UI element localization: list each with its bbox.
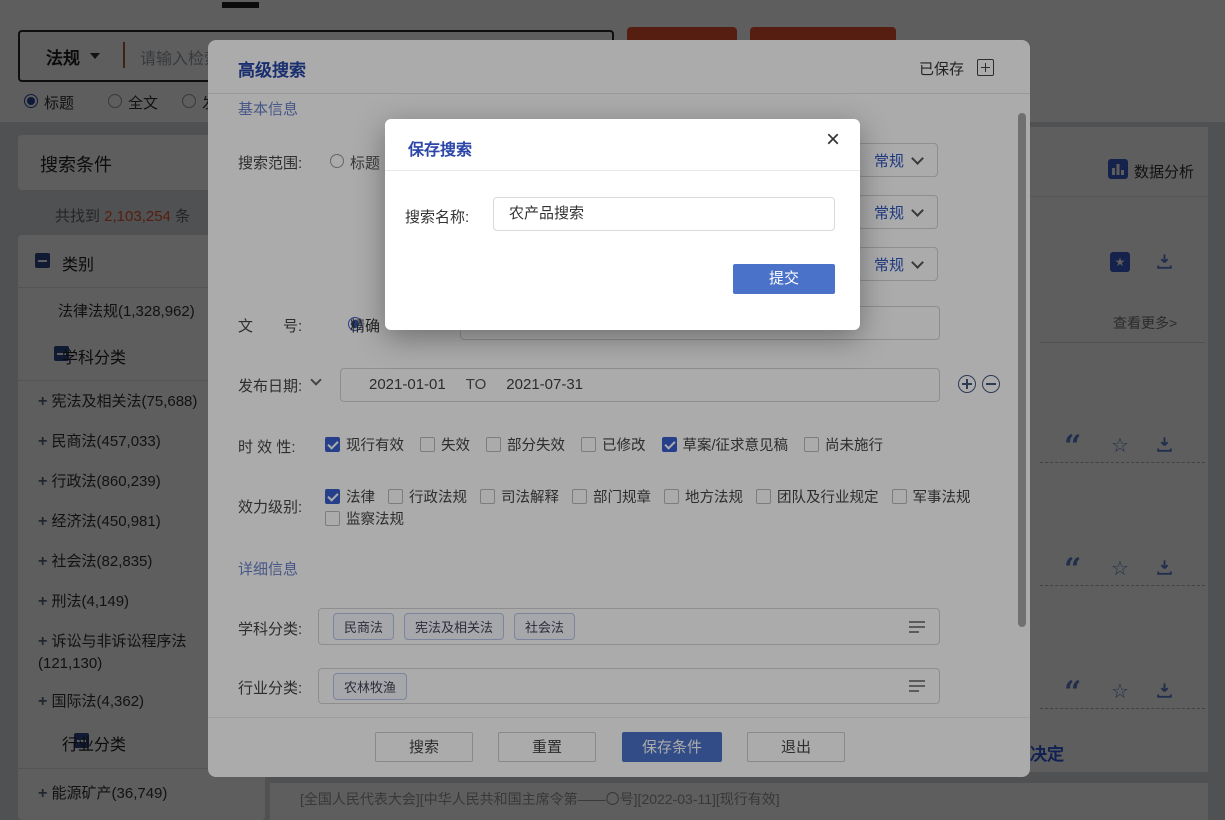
dialog-title: 保存搜索 [408, 136, 472, 160]
save-search-dialog: 保存搜索 × 搜索名称: 农产品搜索 提交 [385, 119, 860, 330]
divider [385, 170, 860, 171]
screen: 法规 请输入检索 标题 全文 发 搜索条件 共找到 2,103,254 条 类别… [0, 0, 1225, 820]
submit-button[interactable]: 提交 [733, 264, 835, 294]
search-name-input[interactable]: 农产品搜索 [493, 197, 835, 231]
search-name-label: 搜索名称: [405, 206, 469, 227]
close-icon[interactable]: × [826, 128, 840, 152]
